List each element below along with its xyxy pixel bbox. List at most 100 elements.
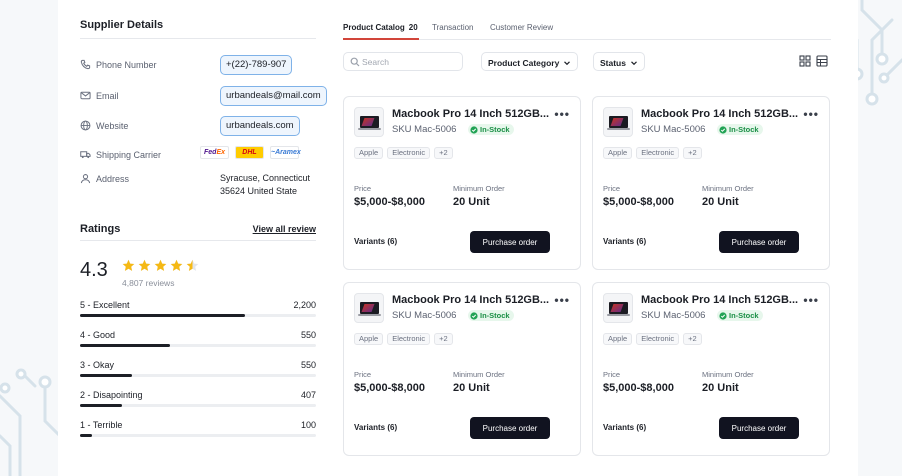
product-thumbnail	[354, 293, 384, 323]
minimum-order-label: Minimum Order	[702, 370, 754, 379]
product-card[interactable]: Macbook Pro 14 Inch 512GB... ••• SKU Mac…	[592, 282, 830, 456]
phone-value[interactable]: +(22)-789-907	[220, 55, 293, 75]
user-pin-icon	[80, 174, 91, 184]
reviews-count: 4,807 reviews	[122, 278, 175, 288]
tag-more[interactable]: +2	[683, 333, 702, 345]
divider	[80, 240, 316, 241]
rating-bar-track	[80, 374, 316, 377]
price-label: Price	[354, 184, 372, 193]
stock-status-text: In-Stock	[480, 311, 510, 320]
tag: Apple	[603, 333, 633, 345]
shipping-label: Shipping Carrier	[96, 150, 162, 160]
website-value[interactable]: urbandeals.com	[220, 116, 300, 136]
carrier-logo-fedex: FedEx	[200, 146, 229, 159]
tab-transaction[interactable]: Transaction	[432, 23, 474, 32]
address-line2: 35624 United State	[220, 186, 298, 196]
average-rating: 4.3	[80, 259, 108, 281]
address-value: Syracuse, Connecticut 35624 United State	[220, 172, 310, 198]
view-all-reviews-link[interactable]: View all review	[253, 224, 316, 234]
rating-bar-row: 3 - Okay 550	[80, 360, 316, 382]
product-card[interactable]: Macbook Pro 14 Inch 512GB... ••• SKU Mac…	[592, 96, 830, 270]
rating-bar-fill	[80, 314, 246, 317]
product-sku: SKU Mac-5006	[641, 310, 706, 321]
minimum-order-value: 20 Unit	[702, 382, 739, 394]
catalog-section: Product Catalog 20 Transaction Customer R…	[343, 0, 833, 476]
product-card[interactable]: Macbook Pro 14 Inch 512GB... ••• SKU Mac…	[343, 96, 581, 270]
phone-label: Phone Number	[96, 60, 157, 70]
check-circle-icon	[470, 311, 478, 320]
variants-count[interactable]: Variants (6)	[354, 423, 397, 432]
rating-bar-count: 550	[300, 360, 316, 370]
product-title: Macbook Pro 14 Inch 512GB...	[392, 294, 550, 306]
search-input[interactable]	[362, 55, 458, 69]
variants-count[interactable]: Variants (6)	[354, 237, 397, 246]
divider	[80, 38, 316, 39]
tag-more[interactable]: +2	[434, 333, 453, 345]
rating-bar-fill	[80, 434, 92, 437]
tag-more[interactable]: +2	[683, 147, 702, 159]
tab-customer-review[interactable]: Customer Review	[490, 23, 553, 32]
tag: Apple	[603, 147, 633, 159]
website-row: Website urbandeals.com	[80, 116, 316, 138]
product-category-label: Product Category	[488, 58, 560, 68]
tab-count-badge: 20	[408, 23, 418, 32]
stock-status-badge: In-Stock	[468, 310, 514, 321]
email-value[interactable]: urbandeals@mail.com	[220, 86, 327, 106]
rating-bar-label: 5 - Excellent	[80, 300, 130, 310]
address-label: Address	[96, 174, 130, 184]
stock-status-badge: In-Stock	[717, 124, 763, 135]
list-view-icon[interactable]	[816, 55, 828, 67]
star-icon	[138, 259, 151, 271]
minimum-order-label: Minimum Order	[702, 184, 754, 193]
more-options-icon[interactable]: •••	[554, 293, 570, 307]
product-title: Macbook Pro 14 Inch 512GB...	[641, 294, 799, 306]
product-tags: Apple Electronic +2	[354, 147, 453, 159]
search-box	[343, 52, 463, 71]
carrier-logo-dhl: DHL	[235, 146, 264, 159]
chevron-down-icon	[564, 61, 571, 66]
more-options-icon[interactable]: •••	[803, 293, 819, 307]
minimum-order-value: 20 Unit	[453, 382, 490, 394]
grid-view-icon[interactable]	[799, 55, 811, 67]
more-options-icon[interactable]: •••	[554, 107, 570, 121]
variants-count[interactable]: Variants (6)	[603, 423, 646, 432]
tag: Electronic	[636, 333, 680, 345]
ratings-title: Ratings	[80, 223, 121, 235]
tag: Apple	[354, 147, 384, 159]
tag: Electronic	[387, 333, 431, 345]
tag-more[interactable]: +2	[434, 147, 453, 159]
address-line1: Syracuse, Connecticut	[220, 173, 311, 183]
rating-bar-track	[80, 314, 316, 317]
price-label: Price	[354, 370, 372, 379]
minimum-order-value: 20 Unit	[702, 196, 739, 208]
star-icon	[186, 259, 199, 271]
truck-icon	[80, 151, 91, 159]
carrier-logo-aramex: ~Aramex	[270, 146, 301, 159]
purchase-order-button[interactable]: Purchase order	[470, 231, 550, 253]
rating-bar-label: 3 - Okay	[80, 360, 115, 370]
more-options-icon[interactable]: •••	[803, 107, 819, 121]
variants-count[interactable]: Variants (6)	[603, 237, 646, 246]
minimum-order-label: Minimum Order	[453, 184, 505, 193]
purchase-order-button[interactable]: Purchase order	[470, 417, 550, 439]
status-dropdown[interactable]: Status	[593, 52, 645, 71]
purchase-order-button[interactable]: Purchase order	[719, 231, 799, 253]
phone-row: Phone Number +(22)-789-907	[80, 55, 316, 77]
tag: Apple	[354, 333, 384, 345]
product-card[interactable]: Macbook Pro 14 Inch 512GB... ••• SKU Mac…	[343, 282, 581, 456]
minimum-order-value: 20 Unit	[453, 196, 490, 208]
rating-bar-track	[80, 344, 316, 347]
product-category-dropdown[interactable]: Product Category	[481, 52, 579, 71]
tab-bar: Product Catalog 20 Transaction Customer R…	[343, 18, 831, 40]
purchase-order-button[interactable]: Purchase order	[719, 417, 799, 439]
active-tab-indicator	[343, 38, 419, 40]
mail-icon	[80, 91, 91, 100]
product-title: Macbook Pro 14 Inch 512GB...	[641, 108, 799, 120]
rating-bar-row: 4 - Good 550	[80, 330, 316, 352]
email-row: Email urbandeals@mail.com	[80, 86, 327, 108]
tab-product-catalog[interactable]: Product Catalog 20	[343, 23, 418, 32]
status-label: Status	[600, 58, 626, 68]
product-sku: SKU Mac-5006	[392, 310, 457, 321]
tag: Electronic	[636, 147, 680, 159]
product-sku: SKU Mac-5006	[392, 124, 457, 135]
